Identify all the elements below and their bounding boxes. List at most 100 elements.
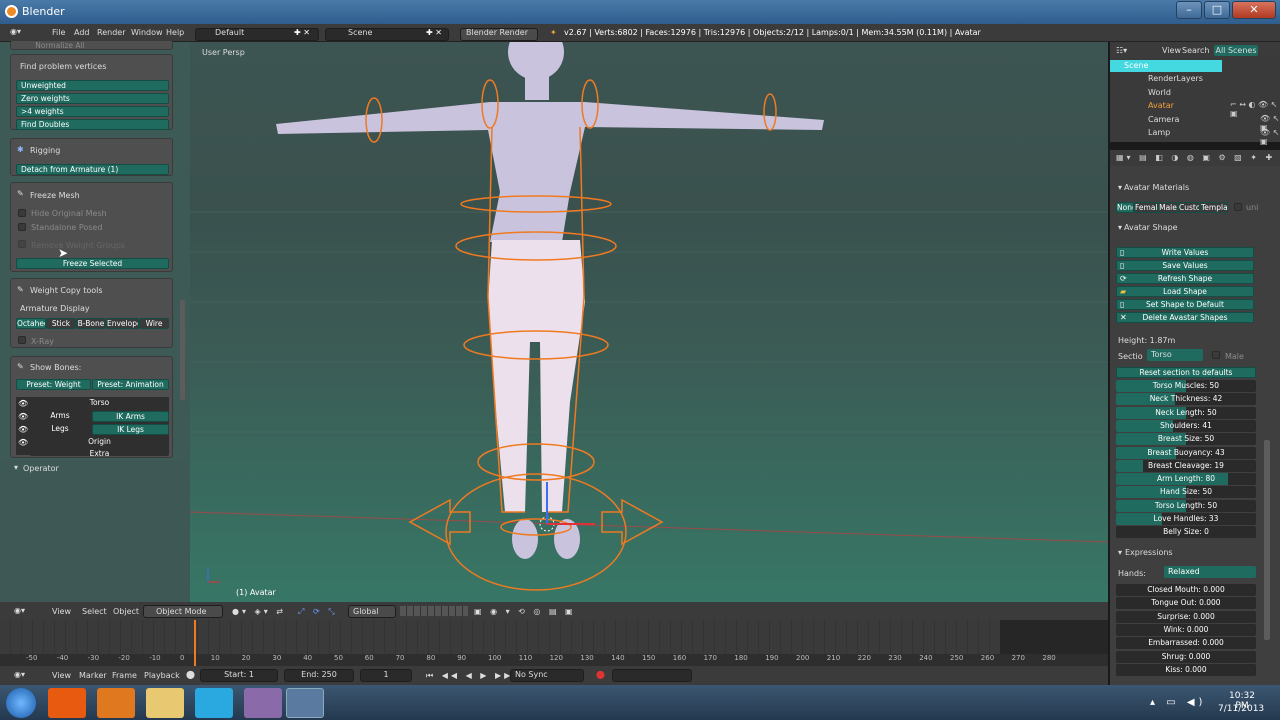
properties-tab-icons[interactable]: ▦▾ ▤ ◧ ◑ ◍ ▣ ⚙ ▧ ✦ ✚ bbox=[1116, 153, 1275, 162]
minimize-button[interactable]: – bbox=[1176, 1, 1202, 19]
eye-icon[interactable]: 👁 bbox=[18, 412, 28, 421]
expressions-header[interactable]: Expressions bbox=[1125, 548, 1173, 557]
outliner-item-avatar[interactable]: Avatar bbox=[1148, 101, 1174, 110]
bone-torso[interactable]: Torso bbox=[30, 398, 169, 409]
end-frame-field[interactable]: End: 250 bbox=[284, 669, 354, 682]
shape-slider[interactable]: Love Handles: 33 bbox=[1116, 513, 1256, 525]
add-screen-icon[interactable]: ✚ ✕ bbox=[294, 28, 310, 37]
media-player-taskbar-icon[interactable] bbox=[48, 688, 86, 718]
bone-arms[interactable]: Arms bbox=[30, 411, 90, 422]
outliner-item-camera[interactable]: Camera bbox=[1148, 115, 1179, 124]
avatar-materials-header[interactable]: Avatar Materials bbox=[1124, 183, 1189, 192]
outliner-item-renderlayers[interactable]: RenderLayers bbox=[1148, 74, 1203, 83]
menu-window[interactable]: Window bbox=[131, 28, 163, 37]
timeline-menu-view[interactable]: View bbox=[52, 671, 71, 680]
editor-type-icon[interactable]: ◉▾ bbox=[14, 670, 25, 679]
hands-dropdown[interactable]: Relaxed bbox=[1164, 566, 1256, 578]
outliner[interactable]: ☷▾ View Search All Scenes Scene RenderLa… bbox=[1110, 42, 1280, 146]
shape-slider[interactable]: Neck Length: 50 bbox=[1116, 406, 1256, 419]
material-custom-button[interactable]: Custo bbox=[1178, 202, 1200, 213]
zero-weights-button[interactable]: Zero weights bbox=[16, 93, 169, 104]
delete-avastar-shapes-button[interactable]: Delete Avastar Shapes bbox=[1116, 312, 1254, 323]
sync-dropdown[interactable]: No Sync bbox=[510, 669, 584, 682]
avatar-shape-header[interactable]: Avatar Shape bbox=[1124, 223, 1178, 232]
outliner-menu-view[interactable]: View bbox=[1162, 46, 1181, 55]
outliner-item-lamp[interactable]: Lamp bbox=[1148, 128, 1170, 137]
reset-section-button[interactable]: Reset section to defaults bbox=[1116, 367, 1256, 378]
hide-original-checkbox[interactable] bbox=[18, 209, 26, 217]
timeline-menu-marker[interactable]: Marker bbox=[79, 671, 107, 680]
stick-button[interactable]: Stick bbox=[46, 318, 76, 329]
bone-origin[interactable]: Origin bbox=[30, 437, 169, 448]
shape-slider[interactable]: Breast Cleavage: 19 bbox=[1116, 459, 1256, 472]
viewport-menu-object[interactable]: Object bbox=[113, 607, 139, 616]
app-taskbar-icon[interactable] bbox=[244, 688, 282, 718]
skype-taskbar-icon[interactable] bbox=[195, 688, 233, 718]
freeze-selected-button[interactable]: Freeze Selected bbox=[16, 258, 169, 269]
outliner-item-scene[interactable]: Scene bbox=[1110, 60, 1222, 72]
editor-type-icon[interactable]: ◉▾ bbox=[10, 27, 21, 36]
keying-set-field[interactable] bbox=[612, 669, 692, 682]
material-female-button[interactable]: Femal bbox=[1134, 202, 1158, 213]
shape-slider[interactable]: Neck Thickness: 42 bbox=[1116, 393, 1256, 406]
expression-slider[interactable]: Surprise: 0.000 bbox=[1116, 610, 1256, 623]
collapse-icon[interactable]: ▾ bbox=[1118, 548, 1122, 557]
over-four-weights-button[interactable]: >4 weights bbox=[16, 106, 169, 117]
unweighted-button[interactable]: Unweighted bbox=[16, 80, 169, 91]
viewport-menu-view[interactable]: View bbox=[52, 607, 71, 616]
section-dropdown[interactable]: Torso bbox=[1147, 349, 1203, 361]
menu-add[interactable]: Add bbox=[74, 28, 90, 37]
bone-legs[interactable]: Legs bbox=[30, 424, 90, 435]
collapse-icon[interactable]: ▾ bbox=[1118, 183, 1122, 192]
preset-weight-button[interactable]: Preset: Weight bbox=[16, 379, 91, 390]
material-unique-checkbox[interactable] bbox=[1234, 203, 1242, 211]
manipulator-icons[interactable]: ⤢ ⟳ ⤡ bbox=[298, 607, 338, 617]
outliner-all-scenes-dropdown[interactable]: All Scenes bbox=[1214, 45, 1258, 56]
detach-armature-button[interactable]: Detach from Armature (1) bbox=[16, 164, 169, 175]
set-shape-default-button[interactable]: Set Shape to Default bbox=[1116, 299, 1254, 310]
expression-slider[interactable]: Shrug: 0.000 bbox=[1116, 650, 1256, 663]
maximize-button[interactable]: □ bbox=[1204, 1, 1230, 19]
menu-render[interactable]: Render bbox=[97, 28, 125, 37]
start-frame-field[interactable]: Start: 1 bbox=[200, 669, 278, 682]
tray-icons[interactable]: ▴ ▭ ◀) bbox=[1150, 697, 1206, 708]
eye-icon[interactable]: 👁 bbox=[18, 425, 28, 434]
add-scene-icon[interactable]: ✚ ✕ bbox=[426, 28, 442, 37]
expression-slider[interactable]: Closed Mouth: 0.000 bbox=[1116, 584, 1256, 596]
refresh-shape-button[interactable]: Refresh Shape bbox=[1116, 273, 1254, 284]
shape-slider[interactable]: Shoulders: 41 bbox=[1116, 419, 1256, 432]
shading-pivot-icons[interactable]: ●▾ ◈▾ ⇄ bbox=[232, 607, 286, 616]
start-button[interactable] bbox=[6, 688, 36, 718]
save-values-button[interactable]: Save Values bbox=[1116, 260, 1254, 271]
outliner-visibility-icons[interactable]: 👁 ↖ ▣ bbox=[1260, 128, 1280, 146]
expression-slider[interactable]: Wink: 0.000 bbox=[1116, 623, 1256, 636]
expression-slider[interactable]: Kiss: 0.000 bbox=[1116, 663, 1256, 676]
snap-render-icons[interactable]: ▣ ◉ ▾ ⟲ ◎ ▤ ▣ bbox=[474, 607, 576, 616]
close-button[interactable]: ✕ bbox=[1232, 1, 1276, 19]
expression-slider[interactable]: Embarrassed: 0.000 bbox=[1116, 637, 1256, 650]
male-checkbox[interactable] bbox=[1212, 351, 1220, 359]
octahedral-button[interactable]: Octahed bbox=[16, 318, 46, 329]
shape-slider[interactable]: Breast Size: 50 bbox=[1116, 433, 1256, 446]
editor-type-icon[interactable]: ◉▾ bbox=[14, 606, 25, 615]
write-values-button[interactable]: Write Values bbox=[1116, 247, 1254, 258]
shape-slider[interactable]: Breast Buoyancy: 43 bbox=[1116, 446, 1256, 459]
menu-help[interactable]: Help bbox=[166, 28, 184, 37]
shape-slider[interactable]: Belly Size: 0 bbox=[1116, 526, 1256, 539]
shape-slider[interactable]: Arm Length: 80 bbox=[1116, 473, 1256, 486]
eye-icon[interactable]: 👁 bbox=[18, 399, 28, 408]
operator-expand-icon[interactable]: ▾ bbox=[14, 463, 18, 472]
shape-slider[interactable]: Torso Length: 50 bbox=[1116, 499, 1256, 512]
material-template-button[interactable]: Templa bbox=[1200, 202, 1228, 213]
bone-extra[interactable]: Extra bbox=[30, 450, 169, 456]
shape-slider[interactable]: Hand Size: 50 bbox=[1116, 486, 1256, 499]
remove-weight-groups-checkbox[interactable] bbox=[18, 240, 26, 248]
wire-button[interactable]: Wire bbox=[139, 318, 169, 329]
timeline[interactable]: -50 -40 -30 -20 -10 0 10 20 30 40 50 60 70 80 90 100 110… bbox=[0, 620, 1108, 666]
viewport-menu-select[interactable]: Select bbox=[82, 607, 107, 616]
outliner-item-world[interactable]: World bbox=[1148, 88, 1171, 97]
eye-icon[interactable]: 👁 bbox=[18, 438, 28, 447]
firefox-taskbar-icon[interactable] bbox=[97, 688, 135, 718]
timeline-menu-frame[interactable]: Frame bbox=[112, 671, 137, 680]
shape-slider[interactable]: Torso Muscles: 50 bbox=[1116, 380, 1256, 392]
